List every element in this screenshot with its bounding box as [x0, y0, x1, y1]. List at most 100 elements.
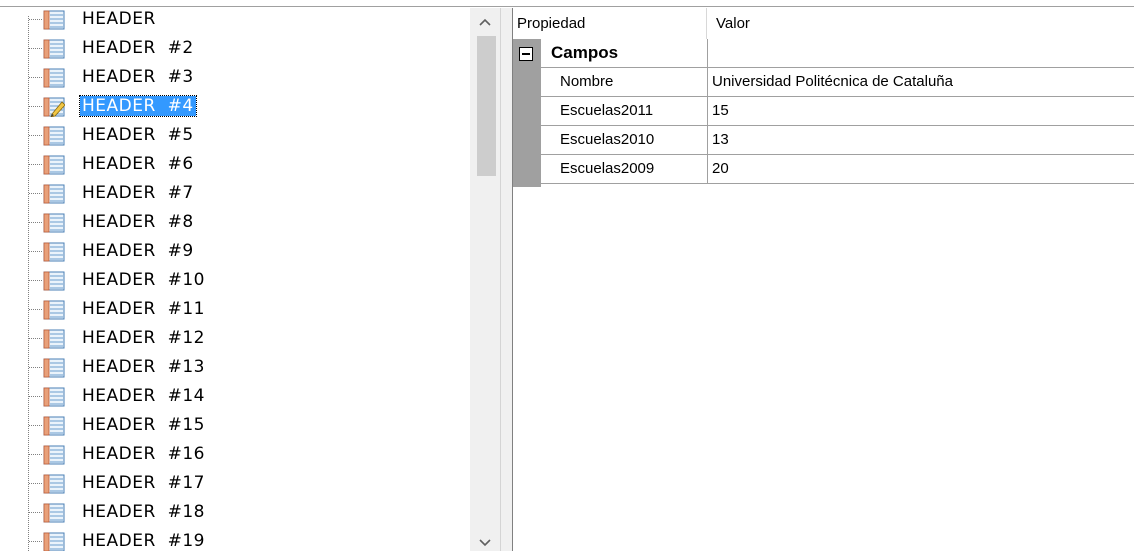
- tree-item[interactable]: HEADER #9: [0, 240, 470, 264]
- property-name: Escuelas2010: [560, 131, 655, 148]
- column-header-value[interactable]: Valor: [712, 8, 750, 39]
- table-icon: [43, 474, 65, 494]
- table-icon: [43, 445, 65, 465]
- scroll-thumb[interactable]: [477, 36, 496, 176]
- tree-branch-line: [29, 48, 42, 49]
- property-row[interactable]: Escuelas2011 15: [541, 97, 1134, 126]
- property-value[interactable]: 20: [707, 155, 1134, 183]
- tree-branch-line: [29, 164, 42, 165]
- table-icon: [43, 242, 65, 262]
- chevron-up-icon: [479, 18, 491, 26]
- tree-view[interactable]: HEADER HEADER #2 HEADER #3 HEADER #4 HEADER …: [0, 8, 476, 551]
- tree-branch-line: [29, 19, 42, 20]
- property-row[interactable]: Escuelas2009 20: [541, 155, 1134, 184]
- tree-item[interactable]: HEADER #2: [0, 37, 470, 61]
- tree-item-label: HEADER #17: [82, 473, 205, 493]
- table-icon: [43, 39, 65, 59]
- table-icon: [43, 184, 65, 204]
- tree-item[interactable]: HEADER #12: [0, 327, 470, 351]
- tree-item[interactable]: HEADER #19: [0, 530, 470, 551]
- collapse-toggle-icon[interactable]: [519, 47, 533, 61]
- table-icon: [43, 358, 65, 378]
- tree-item[interactable]: HEADER #16: [0, 443, 470, 467]
- tree-item-label: HEADER #16: [82, 444, 205, 464]
- tree-item-label: HEADER #4: [79, 95, 197, 117]
- table-icon: [43, 10, 65, 30]
- tree-item-label: HEADER #11: [82, 299, 205, 319]
- tree-item[interactable]: HEADER: [0, 8, 470, 32]
- property-row[interactable]: Escuelas2010 13: [541, 126, 1134, 155]
- tree-branch-line: [29, 222, 42, 223]
- tree-branch-line: [29, 251, 42, 252]
- tree-item[interactable]: HEADER #6: [0, 153, 470, 177]
- tree-item[interactable]: HEADER #4: [0, 95, 470, 119]
- tree-item-label: HEADER #3: [82, 67, 194, 87]
- tree-item[interactable]: HEADER #8: [0, 211, 470, 235]
- tree-item-label: HEADER #18: [82, 502, 205, 522]
- tree-item-label: HEADER #15: [82, 415, 205, 435]
- table-icon: [43, 155, 65, 175]
- scroll-down-button[interactable]: [470, 533, 500, 553]
- window-top-border: [0, 0, 1134, 7]
- tree-item[interactable]: HEADER #13: [0, 356, 470, 380]
- table-icon: [43, 300, 65, 320]
- tree-branch-line: [29, 280, 42, 281]
- tree-item-label: HEADER #5: [82, 125, 194, 145]
- tree-item[interactable]: HEADER #5: [0, 124, 470, 148]
- table-icon: [43, 68, 65, 88]
- property-value[interactable]: 13: [707, 126, 1134, 154]
- table-icon: [43, 387, 65, 407]
- tree-branch-line: [29, 367, 42, 368]
- table-icon: [43, 213, 65, 233]
- category-label: Campos: [551, 43, 619, 62]
- tree-item[interactable]: HEADER #18: [0, 501, 470, 525]
- tree-branch-line: [29, 512, 42, 513]
- tree-item-label: HEADER #12: [82, 328, 205, 348]
- scroll-up-button[interactable]: [470, 8, 500, 36]
- tree-branch-line: [29, 106, 42, 107]
- table-icon: [43, 532, 65, 551]
- tree-item-label: HEADER #13: [82, 357, 205, 377]
- tree-item-label: HEADER #6: [82, 154, 194, 174]
- tree-branch-line: [29, 541, 42, 542]
- tree-vertical-scrollbar[interactable]: [470, 8, 500, 551]
- tree-item[interactable]: HEADER #15: [0, 414, 470, 438]
- tree-item-label: HEADER #7: [82, 183, 194, 203]
- tree-item[interactable]: HEADER #11: [0, 298, 470, 322]
- tree-item-label: HEADER: [82, 9, 156, 29]
- property-name: Escuelas2009: [560, 160, 655, 177]
- property-name: Nombre: [560, 73, 614, 90]
- grid-gutter: [513, 39, 541, 187]
- tree-item[interactable]: HEADER #14: [0, 385, 470, 409]
- tree-item[interactable]: HEADER #3: [0, 66, 470, 90]
- table-icon: [43, 271, 65, 291]
- tree-branch-line: [29, 77, 42, 78]
- tree-item[interactable]: HEADER #17: [0, 472, 470, 496]
- tree-branch-line: [29, 193, 42, 194]
- tree-branch-line: [29, 309, 42, 310]
- table-edit-icon: [43, 97, 65, 117]
- category-row[interactable]: Campos: [519, 39, 1134, 68]
- tree-item-label: HEADER #2: [82, 38, 194, 58]
- table-icon: [43, 126, 65, 146]
- tree-item-label: HEADER #10: [82, 270, 205, 290]
- property-row[interactable]: Nombre Universidad Politécnica de Cataluñ…: [541, 68, 1134, 97]
- tree-branch-line: [29, 425, 42, 426]
- pane-splitter[interactable]: [500, 8, 512, 551]
- tree-item-label: HEADER #9: [82, 241, 194, 261]
- tree-item[interactable]: HEADER #7: [0, 182, 470, 206]
- tree-item[interactable]: HEADER #10: [0, 269, 470, 293]
- tree-item-label: HEADER #8: [82, 212, 194, 232]
- property-value[interactable]: Universidad Politécnica de Cataluña: [707, 68, 1134, 96]
- tree-branch-line: [29, 338, 42, 339]
- tree-branch-line: [29, 454, 42, 455]
- tree-branch-line: [29, 135, 42, 136]
- column-divider[interactable]: [706, 8, 707, 39]
- grid-header: Propiedad Valor: [513, 8, 1134, 39]
- category-value-cell: [707, 39, 1134, 67]
- property-grid[interactable]: Propiedad Valor Campos Nombre Universidad…: [512, 8, 1134, 551]
- table-icon: [43, 416, 65, 436]
- table-icon: [43, 503, 65, 523]
- property-value[interactable]: 15: [707, 97, 1134, 125]
- column-header-property[interactable]: Propiedad: [517, 8, 707, 39]
